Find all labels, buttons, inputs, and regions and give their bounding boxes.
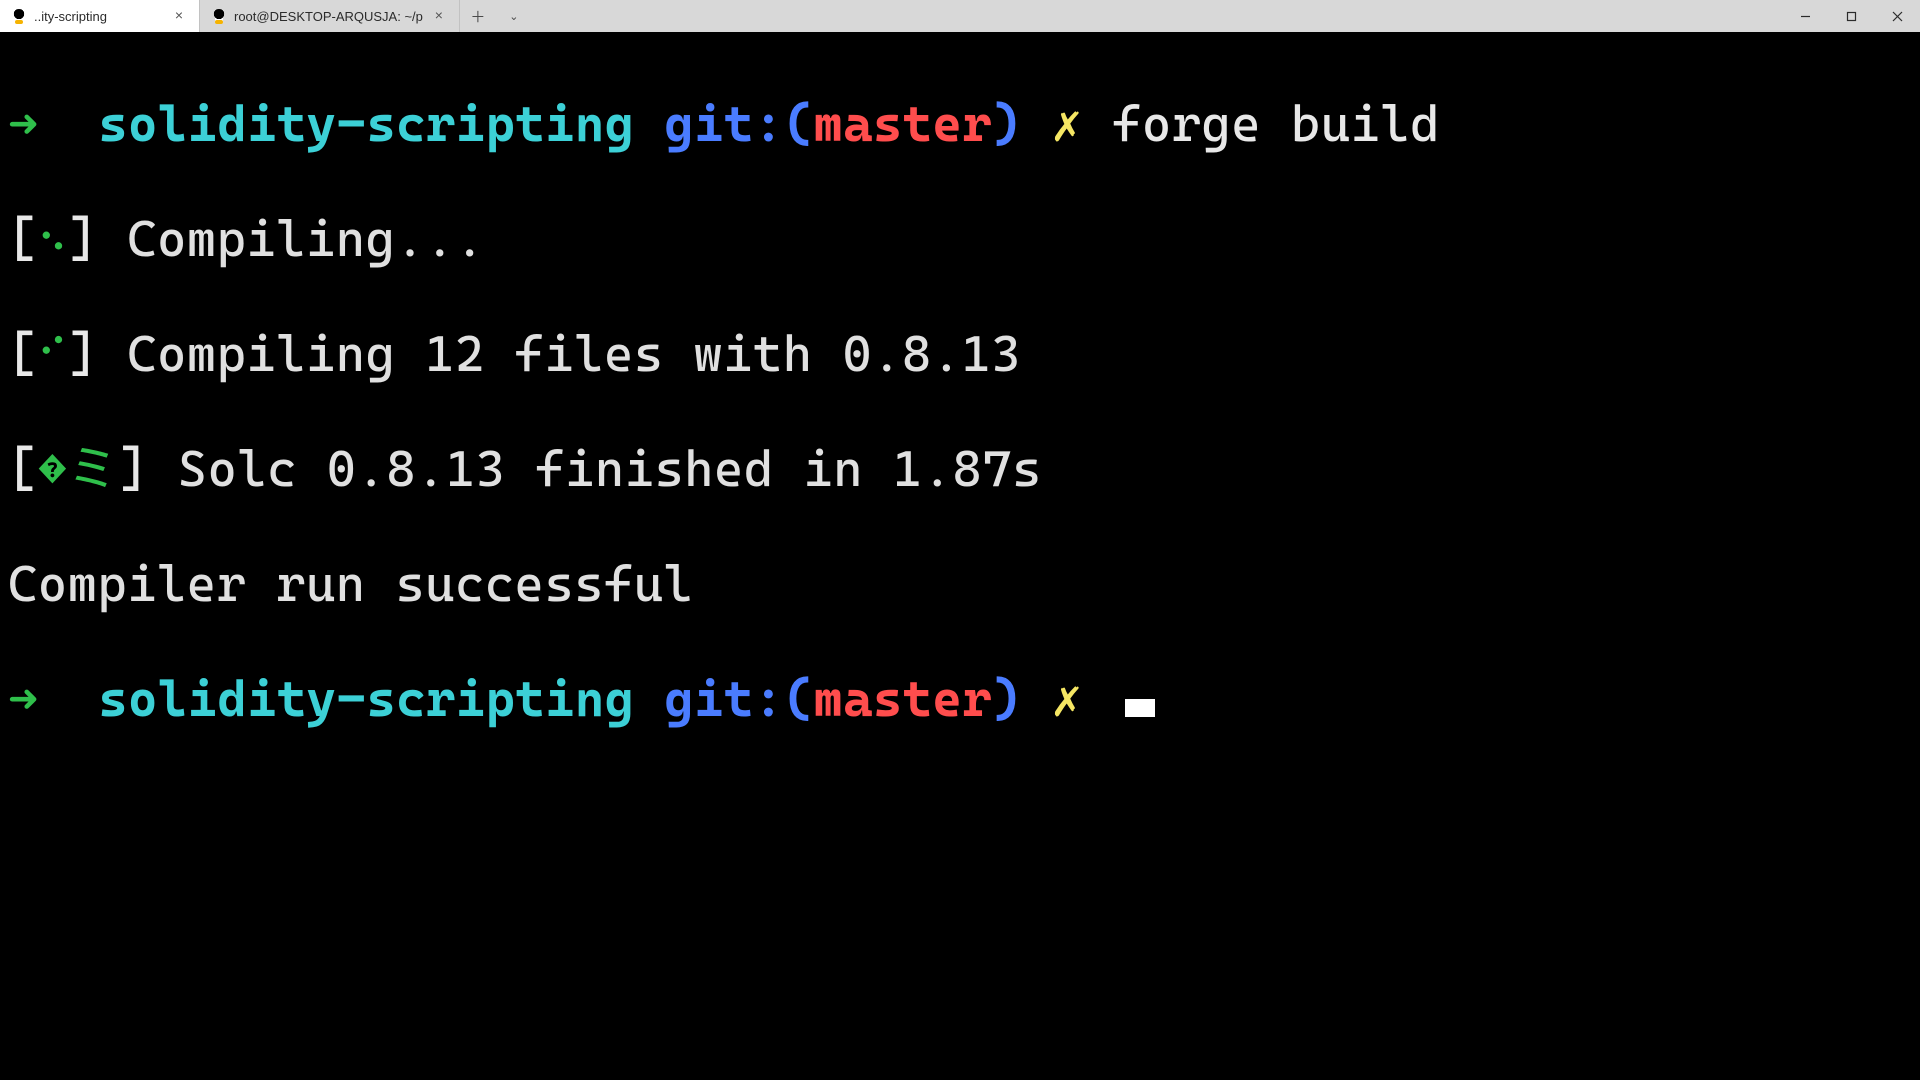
spinner-dots-icon: ⠢ (38, 210, 68, 268)
command-text: forge build (1112, 95, 1440, 153)
spinner-bracket: ] (68, 210, 98, 268)
terminal-viewport[interactable]: ➜ solidity-scripting git:(master) ✗ forg… (0, 32, 1920, 1080)
tabbar-buttons: ＋ ⌄ (460, 0, 532, 32)
output-line: [⠊] Compiling 12 files with 0.8.13 (8, 326, 1912, 384)
prompt-arrow-icon: ➜ (8, 670, 39, 728)
window-controls (1782, 0, 1920, 32)
output-line: [⠢] Compiling... (8, 211, 1912, 269)
close-tab-button[interactable]: × (431, 8, 447, 24)
prompt-git-label: git: (664, 95, 783, 153)
spinner-bracket: [ (8, 210, 38, 268)
prompt-dirty-icon: ✗ (1052, 670, 1083, 728)
new-tab-button[interactable]: ＋ (460, 0, 496, 32)
output-text: Solc 0.8.13 finished in 1.87s (148, 440, 1042, 498)
output-line: Compiler run successful (8, 556, 1912, 614)
spinner-bracket: [ (8, 440, 38, 498)
tab-active[interactable]: ..ity-scripting × (0, 0, 200, 32)
spinner-bracket: ] (118, 440, 148, 498)
spinner-bracket: [ (8, 325, 38, 383)
linux-icon (12, 9, 26, 23)
tab-title: root@DESKTOP-ARQUSJA: ~/p (234, 9, 423, 24)
prompt-cwd: solidity-scripting (98, 95, 634, 153)
tab-title: ..ity-scripting (34, 9, 163, 24)
prompt-dirty-icon: ✗ (1052, 95, 1083, 153)
prompt-paren-open: ( (784, 670, 814, 728)
prompt-paren-open: ( (784, 95, 814, 153)
prompt-branch: master (813, 670, 992, 728)
prompt-branch: master (813, 95, 992, 153)
titlebar-drag-region[interactable] (532, 0, 1782, 32)
prompt-line: ➜ solidity-scripting git:(master) ✗ forg… (8, 96, 1912, 154)
output-line: [�ミ] Solc 0.8.13 finished in 1.87s (8, 441, 1912, 499)
prompt-paren-close: ) (992, 95, 1022, 153)
spinner-bracket: ] (68, 325, 98, 383)
spinner-dots-icon: ⠊ (38, 325, 68, 383)
spinner-dots-icon: �ミ (38, 440, 118, 498)
output-text: Compiling 12 files with 0.8.13 (97, 325, 1021, 383)
prompt-paren-close: ) (992, 670, 1022, 728)
cursor-icon (1125, 699, 1155, 717)
prompt-cwd: solidity-scripting (98, 670, 634, 728)
close-tab-button[interactable]: × (171, 8, 187, 24)
maximize-button[interactable] (1828, 0, 1874, 32)
output-text: Compiling... (97, 210, 484, 268)
tab-inactive[interactable]: root@DESKTOP-ARQUSJA: ~/p × (200, 0, 460, 32)
minimize-button[interactable] (1782, 0, 1828, 32)
tab-dropdown-button[interactable]: ⌄ (496, 0, 532, 32)
prompt-line: ➜ solidity-scripting git:(master) ✗ (8, 671, 1912, 729)
linux-icon (212, 9, 226, 23)
prompt-git-label: git: (664, 670, 783, 728)
prompt-arrow-icon: ➜ (8, 95, 39, 153)
close-window-button[interactable] (1874, 0, 1920, 32)
titlebar: ..ity-scripting × root@DESKTOP-ARQUSJA: … (0, 0, 1920, 32)
tab-strip: ..ity-scripting × root@DESKTOP-ARQUSJA: … (0, 0, 460, 32)
